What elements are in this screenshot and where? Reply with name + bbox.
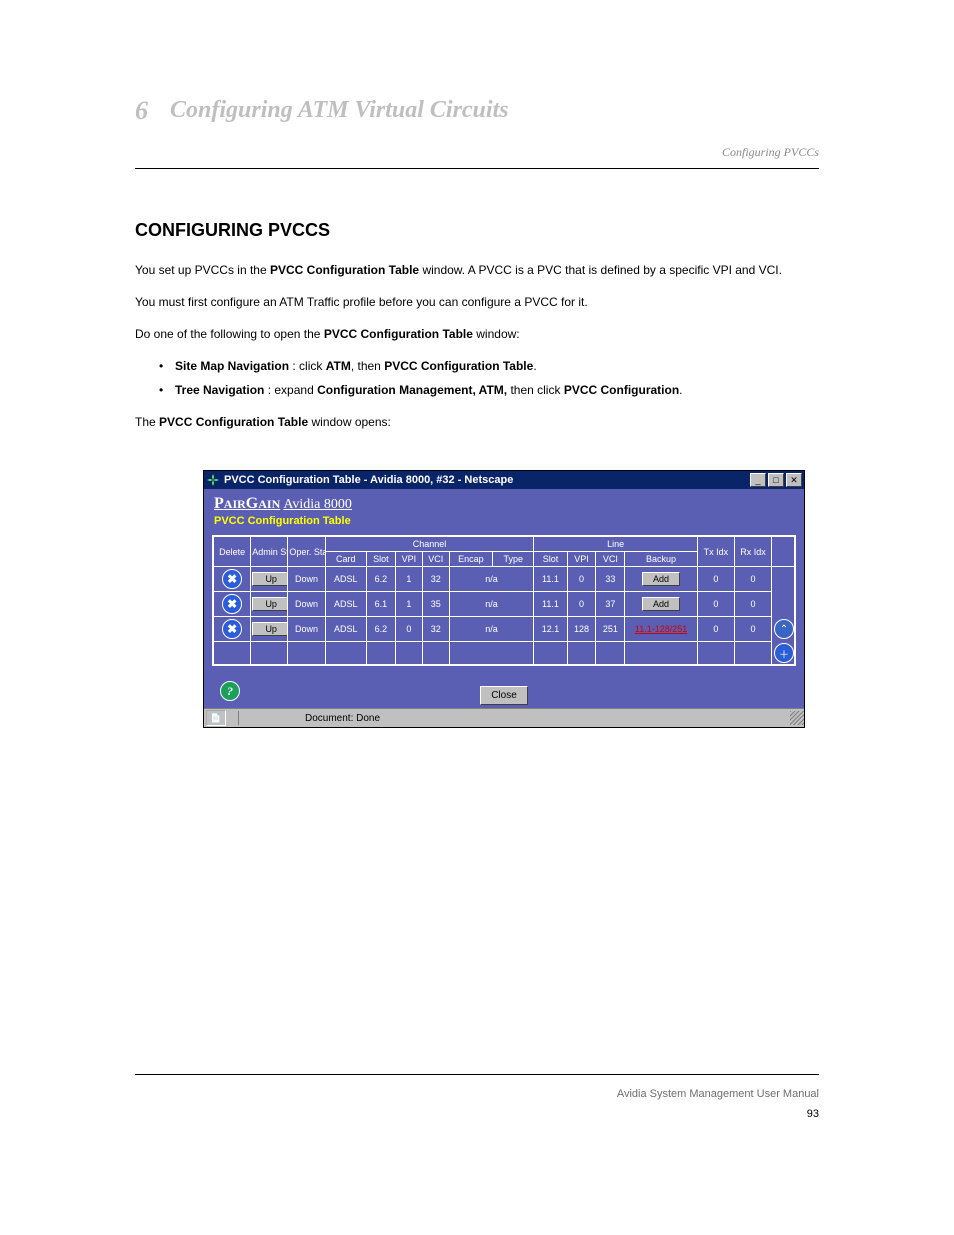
pairgain-logo: PAIRGAIN — [214, 497, 280, 512]
header-row-1: Delete Admin Status Oper. Status Channel… — [214, 537, 795, 552]
scroll-top-icon[interactable]: ⌃ — [774, 619, 794, 639]
divider-top — [135, 168, 819, 169]
admin-up-button[interactable]: Up — [252, 597, 288, 611]
body-text: CONFIGURING PVCCS You set up PVCCs in th… — [135, 230, 819, 445]
maximize-button[interactable]: □ — [768, 473, 784, 487]
netscape-icon — [206, 473, 220, 487]
running-footer: Avidia System Management User Manual — [617, 1088, 819, 1100]
backup-link[interactable]: 11.1-128/251 — [635, 624, 687, 634]
add-button[interactable]: Add — [642, 572, 680, 586]
admin-up-button[interactable]: Up — [252, 622, 288, 636]
section-title: Configuring ATM Virtual Circuits — [170, 98, 509, 122]
page-number: 93 — [807, 1108, 819, 1120]
netscape-window: PVCC Configuration Table - Avidia 8000, … — [203, 470, 805, 728]
divider-bottom — [135, 1074, 819, 1075]
add-button[interactable]: Add — [642, 597, 680, 611]
section-number: 6 — [135, 98, 148, 124]
close-dialog-button[interactable]: Close — [480, 686, 528, 705]
netscape-status-icon: 📄 — [206, 710, 226, 726]
table-row: ✖ Up Down ADSL6.2032 n/a 12.1128251 11.1… — [214, 617, 795, 642]
heading-config-pvccs: CONFIGURING PVCCS — [135, 220, 819, 241]
bullet-treenav: Tree Navigation : expand Configuration M… — [159, 381, 819, 399]
running-subhead: Configuring PVCCs — [722, 145, 819, 160]
close-button[interactable]: ✕ — [786, 473, 802, 487]
table-row: ✖ Up Down ADSL6.1135 n/a 11.1037 Add 00 — [214, 592, 795, 617]
pvcc-table: Delete Admin Status Oper. Status Channel… — [212, 535, 796, 666]
brand-area: PAIRGAIN Avidia 8000 PVCC Configuration … — [204, 489, 804, 529]
status-bar: 📄 Document: Done — [204, 708, 804, 727]
resize-grip[interactable] — [790, 711, 804, 725]
window-title: PVCC Configuration Table - Avidia 8000, … — [224, 474, 513, 486]
delete-icon[interactable]: ✖ — [222, 619, 242, 639]
minimize-button[interactable]: _ — [750, 473, 766, 487]
admin-up-button[interactable]: Up — [252, 572, 288, 586]
table-row: ✖ Up Down ADSL6.2132 n/a 11.1033 Add 00 — [214, 567, 795, 592]
table-row-blank — [214, 642, 795, 665]
titlebar[interactable]: PVCC Configuration Table - Avidia 8000, … — [204, 471, 804, 489]
delete-icon[interactable]: ✖ — [222, 569, 242, 589]
bullet-sitemap: Site Map Navigation : click ATM, then PV… — [159, 357, 819, 375]
add-row-icon[interactable]: ＋ — [774, 643, 794, 663]
delete-icon[interactable]: ✖ — [222, 594, 242, 614]
